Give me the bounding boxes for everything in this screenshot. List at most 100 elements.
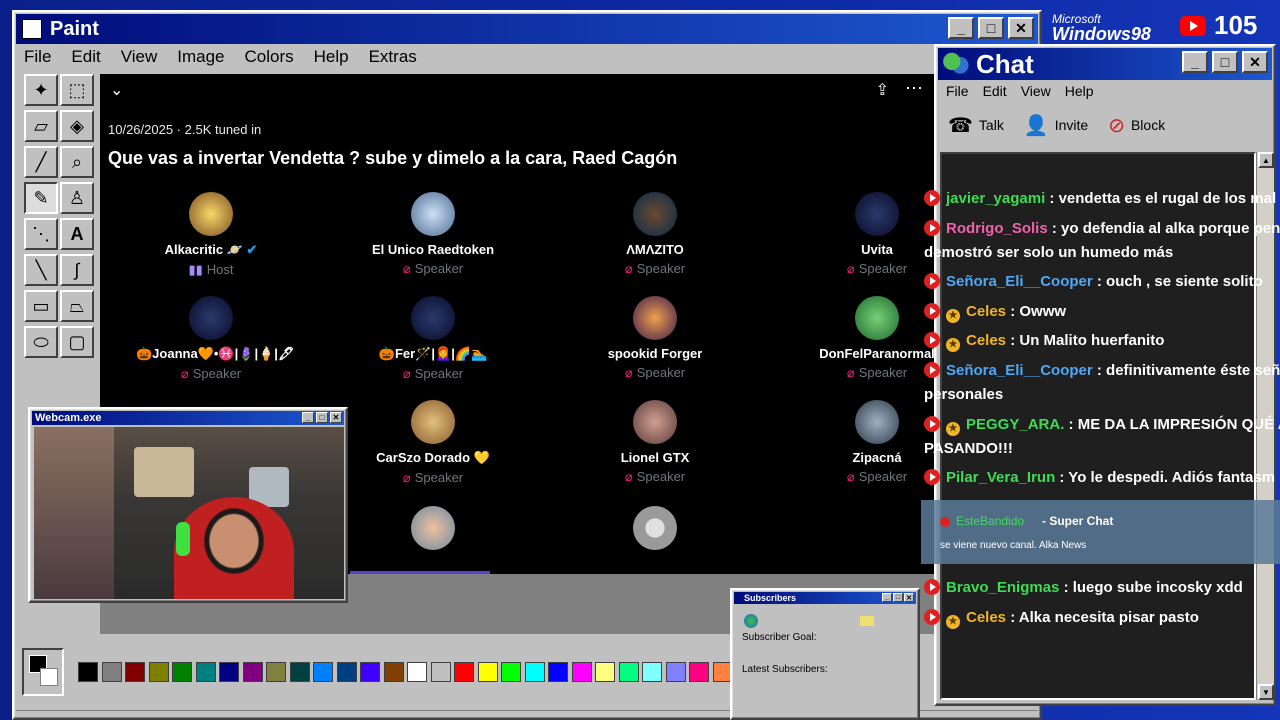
color-swatch[interactable] bbox=[477, 662, 498, 682]
color-swatch[interactable] bbox=[360, 662, 380, 682]
close-button[interactable]: ✕ bbox=[330, 412, 342, 423]
chat-menu-view[interactable]: View bbox=[1021, 83, 1051, 99]
line-icon[interactable]: ╲ bbox=[24, 254, 58, 286]
speaker-card[interactable]: CarSzo Dorado 💛 ⌀ Speaker bbox=[358, 400, 508, 486]
paint-titlebar[interactable]: Paint _ □ ✕ bbox=[16, 14, 1038, 44]
chat-menu-help[interactable]: Help bbox=[1065, 83, 1094, 99]
scroll-down-icon[interactable]: ▼ bbox=[1258, 684, 1274, 700]
scroll-up-icon[interactable]: ▲ bbox=[1258, 152, 1274, 168]
color-swatch[interactable] bbox=[313, 662, 333, 682]
color-swatch[interactable] bbox=[78, 662, 98, 682]
pencil-icon[interactable]: ✎ bbox=[24, 182, 58, 214]
color-swatch[interactable] bbox=[595, 662, 615, 682]
menu-file[interactable]: File bbox=[22, 45, 53, 71]
youtube-icon bbox=[924, 332, 940, 348]
minimize-button[interactable]: _ bbox=[302, 412, 314, 423]
color-swatch[interactable] bbox=[289, 662, 310, 682]
maximize-button[interactable]: □ bbox=[1212, 51, 1238, 73]
color-swatch[interactable] bbox=[219, 662, 239, 682]
color-swatch[interactable] bbox=[125, 662, 145, 682]
minimize-button[interactable]: _ bbox=[882, 593, 892, 602]
minimize-button[interactable]: _ bbox=[948, 17, 974, 39]
color-swatch[interactable] bbox=[172, 662, 192, 682]
chat-menu-edit[interactable]: Edit bbox=[983, 83, 1007, 99]
menu-extras[interactable]: Extras bbox=[367, 45, 419, 71]
color-swatch[interactable] bbox=[524, 662, 545, 682]
speaker-card[interactable]: Uvita ⌀ Speaker bbox=[802, 192, 935, 277]
speaker-card[interactable]: 🎃Joanna🧡•♓|🪻|🍦|🖋 ⌀ Speaker bbox=[136, 296, 294, 382]
menu-image[interactable]: Image bbox=[175, 45, 226, 71]
webcam-titlebar[interactable]: Webcam.exe _ □ ✕ bbox=[32, 411, 344, 425]
more-icon[interactable]: ⋯ bbox=[905, 78, 923, 99]
speaker-card[interactable]: ΛMΛZITO ⌀ Speaker bbox=[580, 192, 730, 277]
picker-icon[interactable]: ╱ bbox=[24, 146, 58, 178]
menu-help[interactable]: Help bbox=[312, 45, 351, 71]
close-button[interactable]: ✕ bbox=[1242, 51, 1268, 73]
speaker-name: Lionel GTX bbox=[620, 450, 690, 465]
polygon-icon[interactable]: ⏢ bbox=[60, 290, 94, 322]
superchat-user: EsteBandido bbox=[956, 514, 1025, 528]
chat-menu-file[interactable]: File bbox=[946, 83, 969, 99]
color-swatch[interactable] bbox=[195, 662, 216, 682]
close-button[interactable]: ✕ bbox=[1008, 17, 1034, 39]
rounded-rect-icon[interactable]: ▢ bbox=[60, 326, 94, 358]
maximize-button[interactable]: □ bbox=[978, 17, 1004, 39]
chat-titlebar[interactable]: Chat _ □ ✕ bbox=[938, 48, 1272, 80]
magnifier-icon[interactable]: ⌕ bbox=[60, 146, 94, 178]
color-swatch[interactable] bbox=[689, 662, 709, 682]
color-swatch[interactable] bbox=[430, 662, 451, 682]
avatar[interactable] bbox=[411, 506, 455, 550]
fill-icon[interactable]: ◈ bbox=[60, 110, 94, 142]
space-title: Que vas a invertar Vendetta ? sube y dim… bbox=[108, 148, 678, 168]
color-swatch[interactable] bbox=[571, 662, 592, 682]
color-swatch[interactable] bbox=[618, 662, 639, 682]
speaker-card[interactable]: Zipacná ⌀ Speaker bbox=[802, 400, 935, 485]
speaker-card[interactable]: El Unico Raedtoken ⌀ Speaker bbox=[358, 192, 508, 277]
free-select-icon[interactable]: ✦ bbox=[24, 74, 58, 106]
speaker-card[interactable]: DonFelParanormal ⌀ Speaker bbox=[802, 296, 935, 381]
minimize-button[interactable]: _ bbox=[1182, 51, 1208, 73]
color-swatch[interactable] bbox=[148, 662, 169, 682]
color-swatch[interactable] bbox=[383, 662, 404, 682]
playback-progress[interactable] bbox=[350, 571, 490, 574]
color-swatch[interactable] bbox=[548, 662, 568, 682]
text-icon[interactable]: A bbox=[60, 218, 94, 250]
chevron-down-icon[interactable]: ⌄ bbox=[110, 80, 123, 100]
curve-icon[interactable]: ∫ bbox=[60, 254, 94, 286]
color-swatch[interactable] bbox=[454, 662, 474, 682]
rectangle-icon[interactable]: ▭ bbox=[24, 290, 58, 322]
chat-title: Chat bbox=[976, 48, 1034, 79]
color-swatch[interactable] bbox=[642, 662, 662, 682]
speaker-card[interactable]: Lionel GTX ⌀ Speaker bbox=[580, 400, 730, 485]
subscribers-titlebar[interactable]: Subscribers _ □ ✕ bbox=[734, 592, 916, 604]
color-swatch[interactable] bbox=[242, 662, 263, 682]
rect-select-icon[interactable]: ⬚ bbox=[60, 74, 94, 106]
speaker-card[interactable]: 🎃Fer🪄|👩‍🦰|🌈🏊 ⌀ Speaker bbox=[358, 296, 508, 382]
maximize-button[interactable]: □ bbox=[893, 593, 903, 602]
color-swatch[interactable] bbox=[336, 662, 357, 682]
share-icon[interactable]: ⇪ bbox=[876, 80, 889, 100]
maximize-button[interactable]: □ bbox=[316, 412, 328, 423]
mic-muted-icon: ⌀ bbox=[402, 366, 411, 381]
default-avatar-icon[interactable] bbox=[633, 506, 677, 550]
menu-edit[interactable]: Edit bbox=[69, 45, 102, 71]
close-button[interactable]: ✕ bbox=[904, 593, 914, 602]
talk-button[interactable]: ☎ Talk bbox=[948, 113, 1004, 138]
menu-colors[interactable]: Colors bbox=[243, 45, 296, 71]
current-colors[interactable] bbox=[22, 648, 64, 696]
menu-view[interactable]: View bbox=[119, 45, 160, 71]
speaker-card[interactable]: spookid Forger ⌀ Speaker bbox=[580, 296, 730, 381]
color-swatch[interactable] bbox=[407, 662, 427, 682]
airbrush-icon[interactable]: ⋱ bbox=[24, 218, 58, 250]
color-swatch[interactable] bbox=[501, 662, 521, 682]
eraser-icon[interactable]: ▱ bbox=[24, 110, 58, 142]
block-button[interactable]: ⊘ Block bbox=[1108, 113, 1165, 138]
brush-icon[interactable]: ♙ bbox=[60, 182, 94, 214]
ellipse-icon[interactable]: ⬭ bbox=[24, 326, 58, 358]
speaker-card[interactable]: Alkacritic 🪐 ✔ ▮▮ Host bbox=[136, 192, 286, 278]
invite-button[interactable]: 👤 Invite bbox=[1024, 113, 1088, 138]
color-swatch[interactable] bbox=[266, 662, 286, 682]
color-swatch[interactable] bbox=[665, 662, 686, 682]
speaker-name: Uvita bbox=[861, 242, 893, 257]
color-swatch[interactable] bbox=[101, 662, 122, 682]
